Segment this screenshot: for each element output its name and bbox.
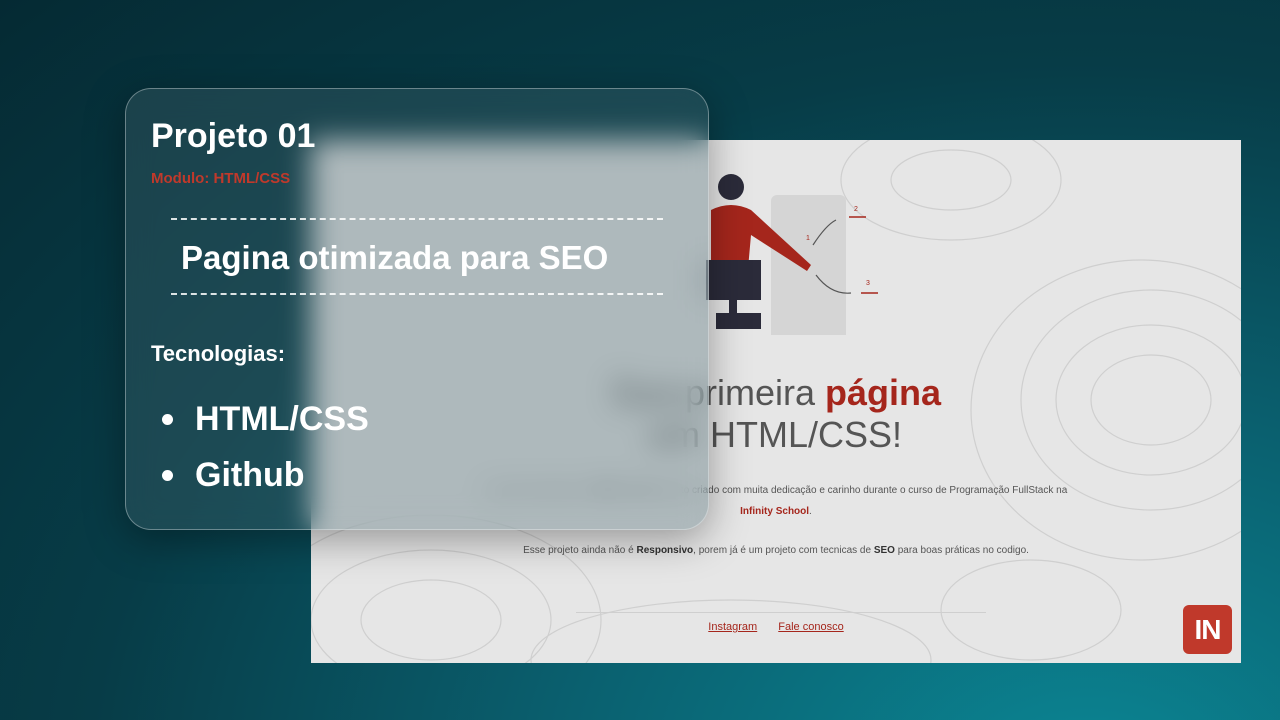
desc-school: Infinity School [740,506,810,517]
note-text: , porem já é um projeto com tecnicas de [693,545,874,556]
footer-divider [576,612,986,613]
contact-link[interactable]: Fale conosco [778,621,843,633]
project-title: Projeto 01 [151,117,316,155]
dashed-divider-top [171,218,663,220]
tech-item-github: Github [162,447,369,503]
preview-note: Esse projeto ainda não é Responsivo, por… [471,540,1081,561]
technologies-list: HTML/CSS Github [162,391,369,503]
footer-links: Instagram Fale conosco [311,621,1241,633]
instagram-link[interactable]: Instagram [708,621,757,633]
step-label: 3 [866,280,870,287]
note-text: para boas práticas no codigo. [894,545,1029,556]
dashed-divider-bottom [171,293,663,295]
person-head [718,174,744,200]
tech-item-label: HTML/CSS [195,399,369,438]
project-info-card: Projeto 01 Modulo: HTML/CSS Pagina otimi… [125,88,709,530]
desc-text: , projeto criado com muita dedicação e c… [653,485,1068,496]
technologies-label: Tecnologias: [151,341,286,366]
note-responsive: Responsivo [636,545,694,556]
computer-monitor [706,260,761,300]
person-legs [716,313,761,329]
note-seo: SEO [873,545,895,556]
tech-item-html-css: HTML/CSS [162,391,369,447]
hero-accent: página [825,372,942,413]
bullet-icon [162,413,173,425]
desc-text: . [809,506,812,517]
step-label: 1 [806,235,810,242]
feature-headline: Pagina otimizada para SEO [181,239,609,276]
bullet-icon [162,469,173,481]
module-label: Modulo: HTML/CSS [151,170,291,187]
note-text: Esse projeto ainda não é [523,545,637,556]
tech-item-label: Github [195,455,305,494]
infinity-logo: IN [1183,605,1232,654]
step-label: 2 [854,206,858,213]
